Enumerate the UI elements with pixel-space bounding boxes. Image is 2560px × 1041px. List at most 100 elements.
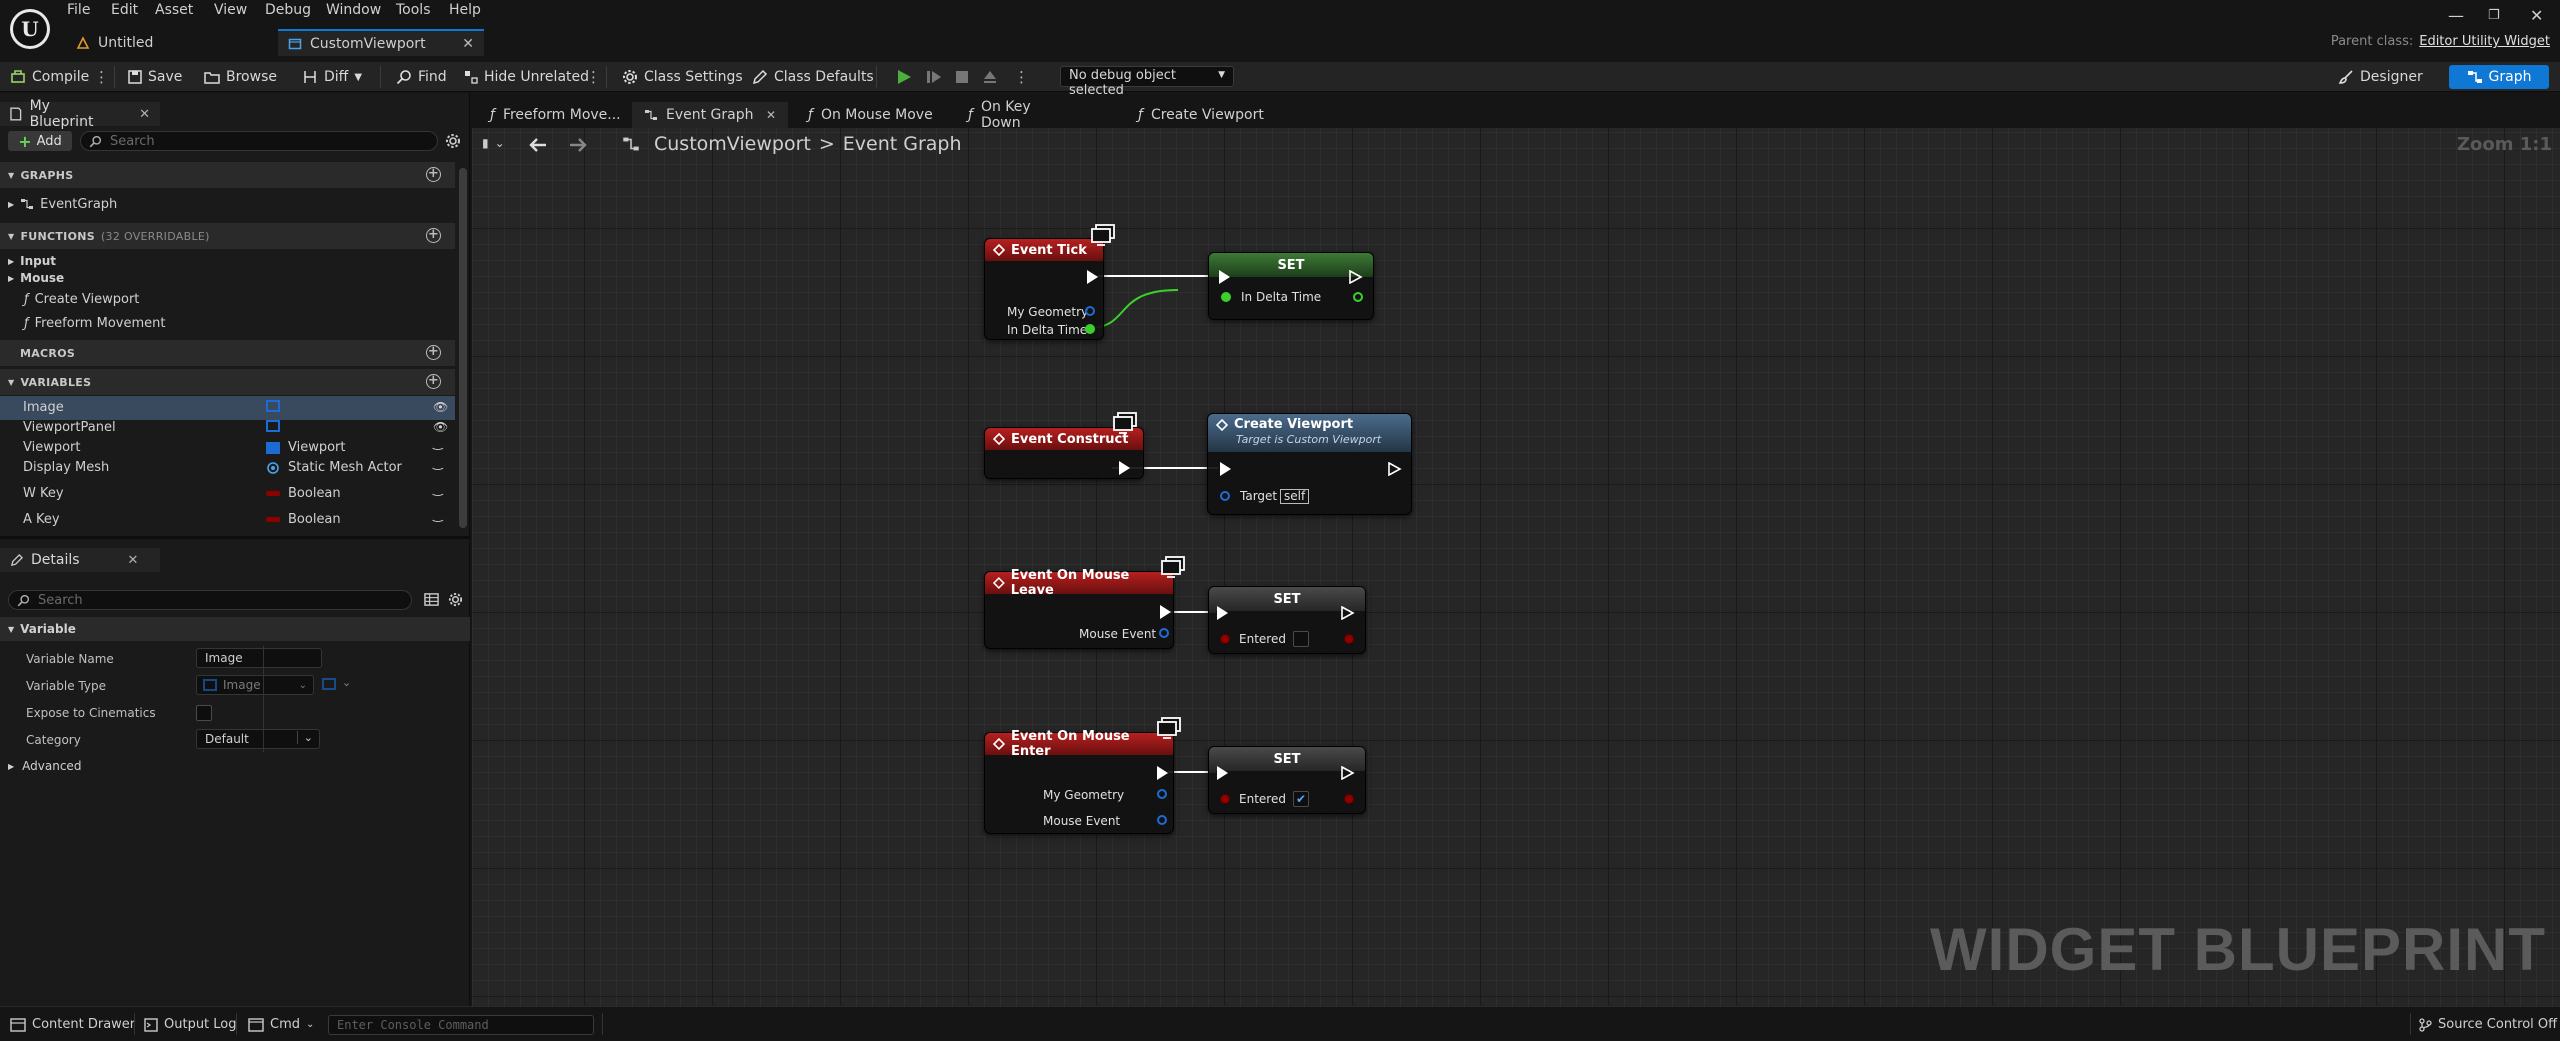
parent-class-link[interactable]: Editor Utility Widget [2419,34,2550,49]
exec-out-pin[interactable] [1388,462,1402,476]
step-icon[interactable] [926,69,942,85]
data-pin[interactable] [1220,634,1230,644]
chevron-down-icon[interactable]: ⌄ [342,676,351,689]
graph-button[interactable]: Graph [2449,65,2549,89]
variable-type[interactable] [266,400,288,412]
class-defaults-button[interactable]: Class Defaults [752,67,874,87]
target-self-field[interactable]: self [1280,489,1310,504]
blueprint-scrollbar[interactable] [459,168,467,528]
variable-type[interactable]: Boolean [266,512,341,527]
data-pin[interactable] [1221,292,1231,302]
tab-on-mouse-move[interactable]: ƒ On Mouse Move [796,102,946,128]
data-pin[interactable] [1344,634,1354,644]
node-set-entered-true[interactable]: SET Entered ✔ [1208,746,1366,814]
menu-asset[interactable]: Asset [155,2,193,20]
hide-unrelated-button[interactable]: Hide Unrelated [464,67,589,87]
add-graph-icon[interactable]: + [426,167,441,182]
category-select[interactable]: Default ⌄ [196,729,320,749]
container-type-icon[interactable] [322,678,336,690]
variable-section-header[interactable]: ▼ Variable [0,617,470,641]
add-macro-icon[interactable]: + [426,345,441,360]
find-button[interactable]: Find [396,67,447,87]
data-pin[interactable] [1353,292,1363,302]
data-pin[interactable] [1344,794,1354,804]
close-icon[interactable]: ✕ [462,36,474,52]
restore-icon[interactable]: ❐ [2488,8,2500,23]
tab-event-graph[interactable]: Event Graph ✕ [632,102,788,128]
node-create-viewport[interactable]: Create Viewport Target is Custom Viewpor… [1207,413,1412,515]
exec-in-pin[interactable] [1220,462,1231,476]
compile-options-icon[interactable]: ⋮ [94,67,109,87]
output-log-button[interactable]: Output Log [144,1017,237,1032]
doc-tab-untitled[interactable]: Untitled [66,29,276,56]
gear-icon[interactable] [448,592,463,607]
variable-row-display-mesh[interactable]: Display Mesh Static Mesh Actor ‿ [0,456,455,480]
data-pin[interactable] [1159,628,1169,638]
menu-edit[interactable]: Edit [111,2,138,20]
diff-button[interactable]: Diff ▼ [302,67,362,87]
variable-type[interactable]: Boolean [266,486,341,501]
exec-out-pin[interactable] [1349,270,1363,284]
exec-out-pin[interactable] [1157,766,1168,780]
node-set-entered-false[interactable]: SET Entered [1208,586,1366,654]
eye-closed-icon[interactable]: ‿ [433,436,443,450]
entered-checkbox[interactable] [1293,631,1309,647]
menu-debug[interactable]: Debug [265,2,311,20]
data-pin[interactable] [1085,324,1095,334]
tab-freeform-move[interactable]: ƒ Freeform Move... [478,102,638,128]
variable-row-w-key[interactable]: W Key Boolean ‿ [0,482,455,506]
details-tab[interactable]: Details ✕ [0,548,160,572]
details-search-input[interactable]: Search [8,590,412,610]
node-set-delta[interactable]: SET In Delta Time [1208,252,1374,320]
tab-on-key-down[interactable]: ƒ On Key Down [956,99,1086,131]
variable-type[interactable] [266,420,288,432]
close-icon[interactable]: ✕ [128,553,139,568]
tree-item-create-viewport[interactable]: ƒ Create Viewport [24,289,139,309]
exec-out-pin[interactable] [1119,461,1130,475]
debug-object-select[interactable]: No debug object selected ▼ [1060,66,1234,98]
close-window-icon[interactable]: ✕ [2530,6,2543,25]
node-mouse-enter[interactable]: Event On Mouse Enter My Geometry Mouse E… [984,729,1174,834]
designer-button[interactable]: Designer [2338,66,2423,88]
tab-create-viewport[interactable]: ƒ Create Viewport [1126,102,1276,128]
close-icon[interactable]: ✕ [766,108,776,122]
console-command-input[interactable]: Enter Console Command [328,1015,594,1035]
variable-type[interactable]: Static Mesh Actor [266,460,402,475]
node-event-tick[interactable]: Event Tick My Geometry In Delta Time [984,238,1104,340]
data-pin[interactable] [1220,491,1230,501]
advanced-section-header[interactable]: ▶ Advanced [8,759,81,773]
eye-closed-icon[interactable]: ‿ [433,482,443,496]
exec-out-pin[interactable] [1341,766,1355,780]
unreal-logo-icon[interactable]: U [10,9,50,49]
menu-tools[interactable]: Tools [396,2,431,20]
exec-in-pin[interactable] [1217,766,1228,780]
eye-icon[interactable]: 👁 [433,420,448,434]
tree-item-freeform-movement[interactable]: ƒ Freeform Movement [24,313,165,333]
node-event-construct[interactable]: Event Construct [984,427,1144,479]
compile-button[interactable]: Compile [10,67,89,87]
menu-file[interactable]: File [67,2,90,20]
add-variable-icon[interactable]: + [426,374,441,389]
eject-icon[interactable] [982,69,998,85]
graphs-section-header[interactable]: ▼ GRAPHS + [0,162,455,188]
gear-icon[interactable] [445,133,461,149]
entered-checkbox[interactable]: ✔ [1293,791,1309,807]
data-pin[interactable] [1220,794,1230,804]
node-mouse-leave[interactable]: Event On Mouse Leave Mouse Event [984,568,1174,649]
graph-canvas[interactable]: ▮ ⌄ CustomViewport > Event Graph Zoom 1:1… [472,128,2560,1006]
eye-closed-icon[interactable]: ‿ [433,508,443,522]
play-options-icon[interactable]: ⋮ [1014,67,1029,87]
variables-section-header[interactable]: ▼ VARIABLES + [0,369,455,395]
source-control-button[interactable]: Source Control Off [2418,1017,2557,1032]
variable-row-a-key[interactable]: A Key Boolean ‿ [0,508,455,532]
data-pin[interactable] [1085,306,1095,316]
save-button[interactable]: Save [128,67,182,87]
variable-type[interactable]: Viewport [266,440,346,455]
variable-name-field[interactable]: Image [196,648,322,668]
minimize-icon[interactable]: — [2448,6,2464,25]
functions-section-header[interactable]: ▼ FUNCTIONS (32 OVERRIDABLE) + [0,223,455,249]
close-icon[interactable]: ✕ [139,107,150,122]
cmd-select[interactable]: Cmd ⌄ [248,1017,314,1032]
eye-icon[interactable]: 👁 [433,400,448,414]
add-function-icon[interactable]: + [426,228,441,243]
